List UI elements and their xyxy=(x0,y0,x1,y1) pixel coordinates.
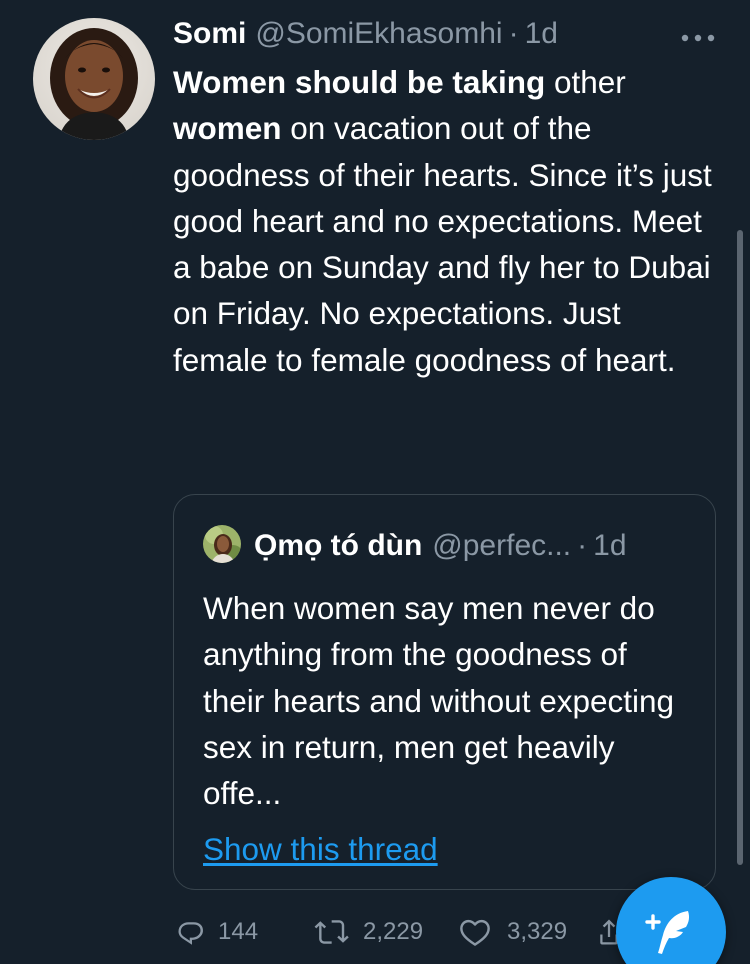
author-avatar[interactable] xyxy=(33,18,155,140)
tweet-text-bold-2: women xyxy=(173,110,282,147)
like-count: 3,329 xyxy=(507,918,568,945)
more-horizontal-icon[interactable] xyxy=(680,30,716,42)
tweet-text: Women should be taking other women on va… xyxy=(173,59,713,383)
tweet-timestamp[interactable]: 1d xyxy=(525,17,558,51)
compose-tweet-button[interactable] xyxy=(616,877,726,964)
quoted-author-handle[interactable]: @perfec... xyxy=(432,529,571,563)
retweet-button[interactable]: 2,229 xyxy=(313,910,423,954)
reply-count: 144 xyxy=(218,918,259,945)
quoted-tweet-header: Ọmọ tó dùn @perfec... · 1d xyxy=(254,526,627,566)
retweet-icon xyxy=(313,916,353,948)
tweet-text-plain-1: other xyxy=(545,64,626,100)
quoted-author-avatar[interactable] xyxy=(203,525,241,563)
retweet-count: 2,229 xyxy=(363,918,424,945)
author-name[interactable]: Somi xyxy=(173,17,246,51)
author-handle[interactable]: @SomiEkhasomhi xyxy=(255,17,502,51)
separator-dot: · xyxy=(508,17,519,50)
show-thread-link[interactable]: Show this thread xyxy=(203,826,438,872)
scrollbar[interactable] xyxy=(737,230,743,865)
quoted-separator-dot: · xyxy=(577,529,588,562)
quoted-author-name[interactable]: Ọmọ tó dùn xyxy=(254,529,422,563)
tweet-header: Somi @SomiEkhasomhi · 1d xyxy=(173,14,558,54)
tweet-text-plain-2: on vacation out of the goodness of their… xyxy=(173,110,712,378)
quoted-tweet-timestamp: 1d xyxy=(593,529,627,562)
tweet-text-bold-1: Women should be taking xyxy=(173,64,546,100)
quoted-tweet-text: When women say men never do anything fro… xyxy=(203,590,675,812)
reply-icon xyxy=(176,917,206,947)
heart-icon xyxy=(458,917,492,947)
like-button[interactable]: 3,329 xyxy=(458,910,567,954)
quoted-tweet-card[interactable]: Ọmọ tó dùn @perfec... · 1d When women sa… xyxy=(173,494,716,890)
reply-button[interactable]: 144 xyxy=(176,910,258,954)
